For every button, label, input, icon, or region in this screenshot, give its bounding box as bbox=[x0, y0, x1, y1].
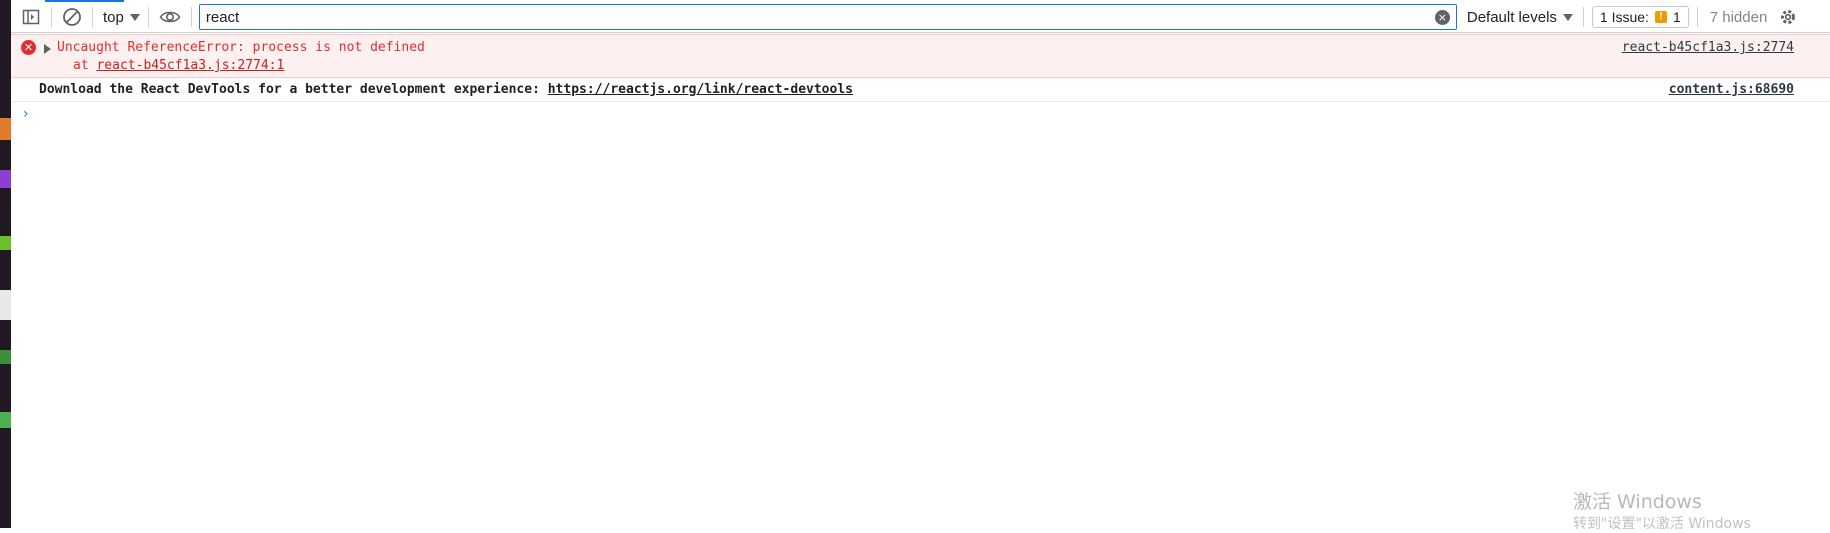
context-selector[interactable]: top bbox=[93, 3, 148, 31]
toolbar-divider bbox=[1696, 7, 1698, 27]
toolbar-divider bbox=[190, 7, 192, 27]
filter-box: × bbox=[198, 4, 1457, 30]
background-app-strip bbox=[0, 0, 11, 528]
log-text: Download the React DevTools for a better… bbox=[39, 82, 548, 97]
live-expression-button[interactable] bbox=[149, 3, 191, 31]
issues-count: 1 bbox=[1672, 9, 1681, 25]
issues-label: 1 Issue: bbox=[1599, 9, 1649, 25]
chevron-down-icon bbox=[129, 13, 140, 21]
hidden-messages-count: 7 hidden bbox=[1709, 8, 1768, 26]
issues-button[interactable]: 1 Issue: ! 1 bbox=[1591, 6, 1689, 28]
gear-icon bbox=[1781, 10, 1796, 24]
console-messages: ✕ Uncaught ReferenceError: process is no… bbox=[11, 34, 1830, 126]
error-icon: ✕ bbox=[21, 40, 36, 55]
strip-fragment bbox=[0, 170, 11, 188]
clear-console-button[interactable] bbox=[52, 3, 92, 31]
strip-fragment bbox=[0, 236, 11, 250]
log-source-link[interactable]: content.js:68690 bbox=[1669, 82, 1794, 97]
strip-fragment bbox=[0, 290, 11, 320]
stack-prefix: at bbox=[73, 58, 97, 73]
context-label: top bbox=[103, 8, 124, 26]
activation-watermark-title: 激活 Windows bbox=[1573, 491, 1702, 513]
sidebar-toggle-icon bbox=[22, 9, 40, 25]
issue-flag-icon: ! bbox=[1654, 11, 1667, 23]
console-log-message: Download the React DevTools for a better… bbox=[11, 78, 1830, 102]
devtools-link[interactable]: https://reactjs.org/link/react-devtools bbox=[548, 82, 853, 97]
strip-fragment bbox=[0, 412, 11, 428]
console-prompt[interactable]: › bbox=[11, 102, 1830, 126]
expand-arrow-icon[interactable] bbox=[44, 44, 51, 54]
clear-filter-icon[interactable]: × bbox=[1434, 10, 1450, 25]
activation-watermark-subtitle: 转到"设置"以激活 Windows bbox=[1573, 516, 1751, 532]
strip-fragment bbox=[0, 350, 11, 364]
stack-link[interactable]: react-b45cf1a3.js:2774:1 bbox=[96, 58, 284, 73]
filter-input[interactable] bbox=[199, 5, 1456, 29]
console-error-message: ✕ Uncaught ReferenceError: process is no… bbox=[11, 34, 1830, 78]
levels-label: Default levels bbox=[1466, 8, 1557, 26]
chevron-down-icon bbox=[1562, 13, 1573, 21]
clear-console-icon bbox=[63, 8, 81, 26]
log-levels-dropdown[interactable]: Default levels bbox=[1457, 3, 1583, 31]
strip-fragment bbox=[0, 118, 11, 140]
console-toolbar: top × Default levels 1 Issue: ! 1 7 hidd… bbox=[11, 2, 1830, 33]
sidebar-toggle-button[interactable] bbox=[11, 3, 51, 31]
prompt-chevron-icon: › bbox=[23, 106, 29, 122]
console-settings-button[interactable] bbox=[1775, 3, 1801, 31]
error-source-link[interactable]: react-b45cf1a3.js:2774 bbox=[1622, 40, 1794, 55]
error-text: Uncaught ReferenceError: process is not … bbox=[57, 40, 425, 55]
toolbar-divider bbox=[1582, 7, 1584, 27]
error-stack-line: at react-b45cf1a3.js:2774:1 bbox=[73, 58, 284, 73]
eye-icon bbox=[159, 11, 181, 23]
log-line: Download the React DevTools for a better… bbox=[39, 82, 853, 97]
devtools-console-panel: top × Default levels 1 Issue: ! 1 7 hidd… bbox=[11, 0, 1830, 532]
